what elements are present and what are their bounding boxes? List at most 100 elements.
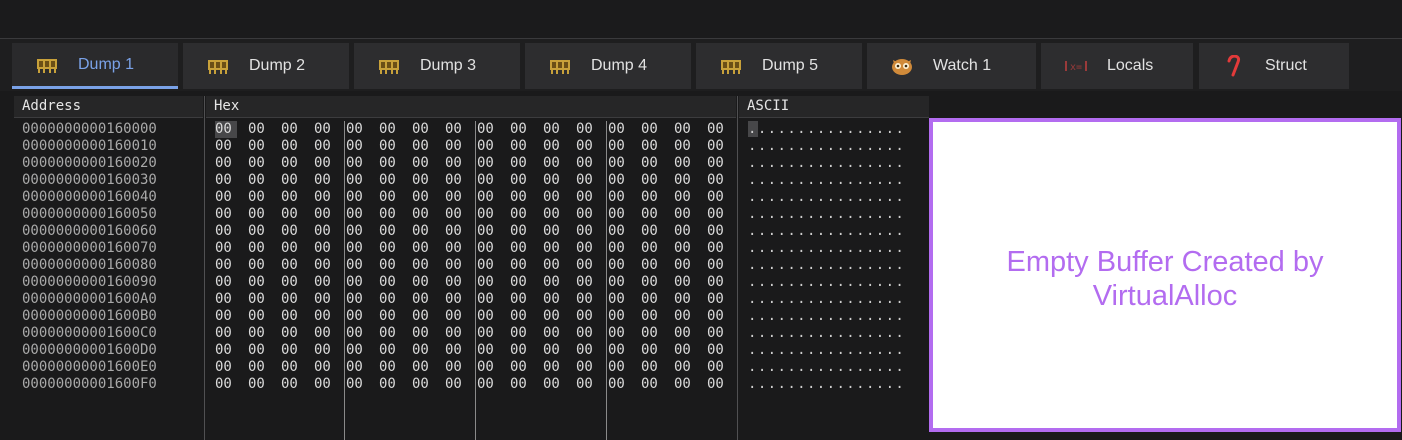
hex-byte[interactable]: 00	[215, 257, 237, 274]
hex-byte[interactable]: 00	[412, 189, 434, 206]
hex-row[interactable]: 00 00 00 00 00 00 00 00 00 00 00 00 00 00 00 00	[215, 240, 735, 257]
hex-byte[interactable]: 00	[608, 308, 630, 325]
hex-byte[interactable]: 00	[445, 240, 467, 257]
hex-byte[interactable]: 00	[314, 308, 336, 325]
hex-byte[interactable]: 00	[707, 223, 729, 240]
hex-byte[interactable]: 00	[576, 291, 598, 308]
hex-byte[interactable]: 00	[477, 206, 499, 223]
hex-byte[interactable]: 00	[510, 325, 532, 342]
hex-byte[interactable]: 00	[674, 172, 696, 189]
hex-byte[interactable]: 00	[281, 342, 303, 359]
hex-byte[interactable]: 00	[641, 223, 663, 240]
hex-byte[interactable]: 00	[346, 206, 368, 223]
hex-byte[interactable]: 00	[445, 342, 467, 359]
hex-byte[interactable]: 00	[608, 291, 630, 308]
hex-byte[interactable]: 00	[641, 155, 663, 172]
hex-byte[interactable]: 00	[281, 308, 303, 325]
tab-dump-2[interactable]: Dump 2	[183, 43, 349, 89]
hex-byte[interactable]: 00	[543, 376, 565, 393]
hex-byte[interactable]: 00	[346, 257, 368, 274]
hex-byte[interactable]: 00	[248, 223, 270, 240]
hex-byte[interactable]: 00	[346, 240, 368, 257]
hex-byte[interactable]: 00	[641, 257, 663, 274]
hex-byte[interactable]: 00	[445, 138, 467, 155]
hex-byte[interactable]: 00	[379, 308, 401, 325]
address-cell[interactable]: 0000000000160040	[22, 189, 157, 206]
hex-byte[interactable]: 00	[215, 121, 237, 138]
hex-byte[interactable]: 00	[674, 138, 696, 155]
hex-byte[interactable]: 00	[379, 291, 401, 308]
hex-row[interactable]: 00 00 00 00 00 00 00 00 00 00 00 00 00 00 00 00	[215, 291, 735, 308]
hex-byte[interactable]: 00	[248, 121, 270, 138]
hex-byte[interactable]: 00	[477, 359, 499, 376]
hex-byte[interactable]: 00	[346, 155, 368, 172]
hex-byte[interactable]: 00	[379, 342, 401, 359]
hex-byte[interactable]: 00	[445, 189, 467, 206]
hex-byte[interactable]: 00	[412, 359, 434, 376]
hex-byte[interactable]: 00	[248, 376, 270, 393]
hex-byte[interactable]: 00	[674, 155, 696, 172]
hex-row[interactable]: 00 00 00 00 00 00 00 00 00 00 00 00 00 00 00 00	[215, 223, 735, 240]
hex-byte[interactable]: 00	[641, 189, 663, 206]
column-divider[interactable]	[737, 96, 738, 440]
hex-byte[interactable]: 00	[641, 138, 663, 155]
hex-byte[interactable]: 00	[543, 274, 565, 291]
hex-byte[interactable]: 00	[641, 325, 663, 342]
hex-byte[interactable]: 00	[248, 325, 270, 342]
hex-byte[interactable]: 00	[281, 155, 303, 172]
hex-byte[interactable]: 00	[281, 138, 303, 155]
hex-byte[interactable]: 00	[707, 376, 729, 393]
hex-byte[interactable]: 00	[576, 308, 598, 325]
hex-byte[interactable]: 00	[346, 274, 368, 291]
hex-byte[interactable]: 00	[510, 172, 532, 189]
address-cell[interactable]: 0000000000160030	[22, 172, 157, 189]
hex-byte[interactable]: 00	[543, 359, 565, 376]
hex-byte[interactable]: 00	[608, 121, 630, 138]
hex-byte[interactable]: 00	[445, 291, 467, 308]
hex-byte[interactable]: 00	[379, 223, 401, 240]
ascii-column-header[interactable]: ASCII	[739, 96, 929, 118]
hex-byte[interactable]: 00	[412, 291, 434, 308]
hex-byte[interactable]: 00	[576, 274, 598, 291]
hex-byte[interactable]: 00	[576, 121, 598, 138]
hex-byte[interactable]: 00	[412, 376, 434, 393]
hex-byte[interactable]: 00	[641, 172, 663, 189]
hex-byte[interactable]: 00	[215, 206, 237, 223]
hex-byte[interactable]: 00	[707, 308, 729, 325]
hex-byte[interactable]: 00	[674, 359, 696, 376]
ascii-cell[interactable]: ................	[748, 223, 905, 240]
hex-byte[interactable]: 00	[543, 240, 565, 257]
hex-byte[interactable]: 00	[608, 359, 630, 376]
hex-byte[interactable]: 00	[707, 342, 729, 359]
hex-byte[interactable]: 00	[608, 189, 630, 206]
hex-byte[interactable]: 00	[510, 274, 532, 291]
hex-byte[interactable]: 00	[510, 138, 532, 155]
address-cell[interactable]: 0000000000160090	[22, 274, 157, 291]
hex-byte[interactable]: 00	[510, 189, 532, 206]
hex-byte[interactable]: 00	[412, 308, 434, 325]
address-cell[interactable]: 00000000001600B0	[22, 308, 157, 325]
hex-byte[interactable]: 00	[314, 257, 336, 274]
hex-byte[interactable]: 00	[445, 172, 467, 189]
hex-byte[interactable]: 00	[346, 359, 368, 376]
address-cell[interactable]: 0000000000160050	[22, 206, 157, 223]
hex-byte[interactable]: 00	[412, 172, 434, 189]
hex-byte[interactable]: 00	[707, 172, 729, 189]
hex-byte[interactable]: 00	[576, 138, 598, 155]
hex-byte[interactable]: 00	[477, 240, 499, 257]
hex-byte[interactable]: 00	[248, 359, 270, 376]
hex-byte[interactable]: 00	[445, 359, 467, 376]
ascii-cell[interactable]: ................	[748, 138, 905, 155]
hex-byte[interactable]: 00	[707, 274, 729, 291]
address-cell[interactable]: 00000000001600A0	[22, 291, 157, 308]
hex-byte[interactable]: 00	[412, 325, 434, 342]
hex-byte[interactable]: 00	[445, 206, 467, 223]
hex-byte[interactable]: 00	[314, 189, 336, 206]
hex-byte[interactable]: 00	[314, 325, 336, 342]
hex-byte[interactable]: 00	[346, 291, 368, 308]
hex-byte[interactable]: 00	[608, 206, 630, 223]
hex-byte[interactable]: 00	[510, 121, 532, 138]
hex-byte[interactable]: 00	[215, 342, 237, 359]
hex-byte[interactable]: 00	[510, 206, 532, 223]
hex-byte[interactable]: 00	[281, 274, 303, 291]
